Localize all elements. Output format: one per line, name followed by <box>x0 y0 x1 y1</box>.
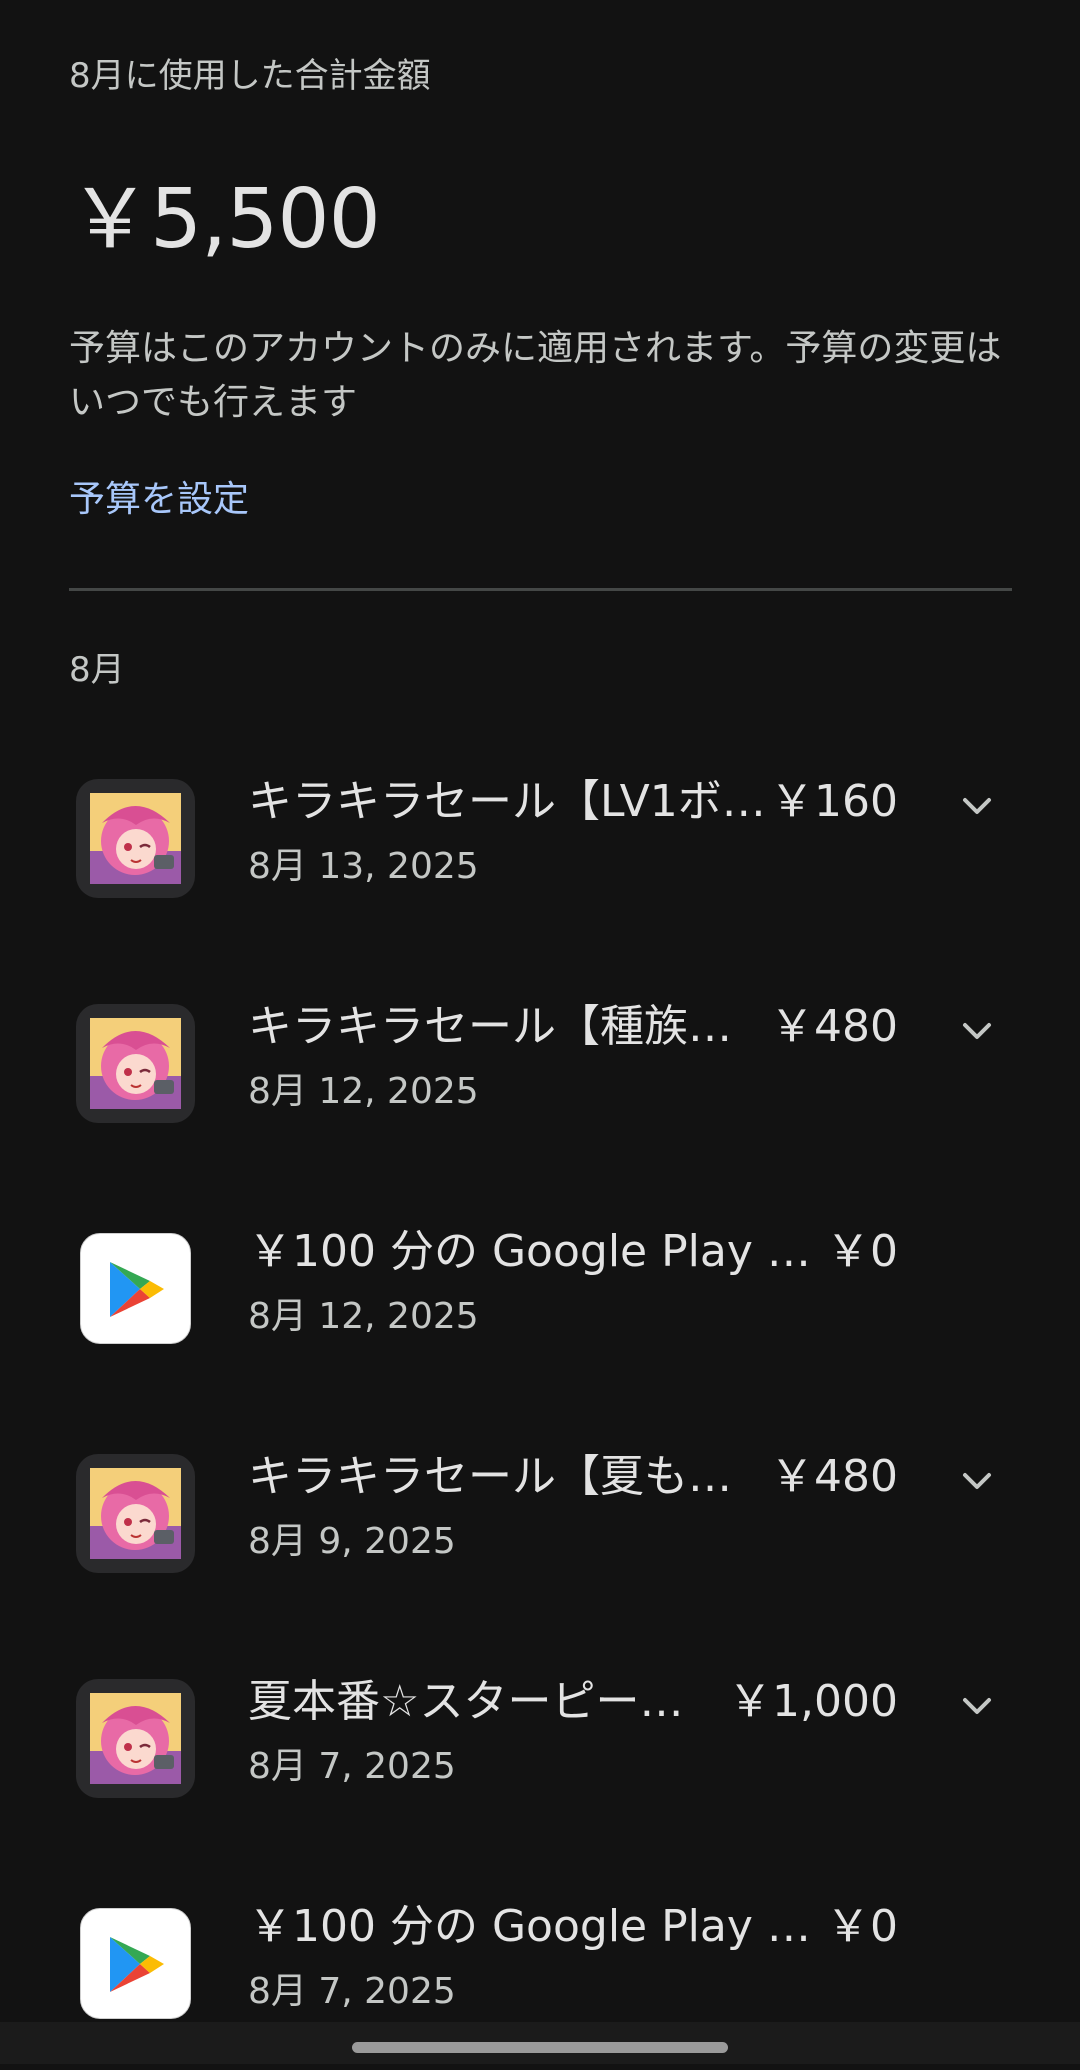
transaction-amount: ￥1,000 <box>728 1676 898 1727</box>
transaction-date: 8月 12, 2025 <box>248 1071 479 1112</box>
chevron-down-icon[interactable] <box>955 784 999 828</box>
gesture-handle[interactable] <box>352 2042 728 2053</box>
transaction-title: ￥100 分の Google Play … <box>248 1226 811 1277</box>
transaction-row[interactable]: キラキラセール【LV1ボ… 8月 13, 2025 ￥160 <box>0 720 1080 945</box>
transaction-date: 8月 13, 2025 <box>248 846 479 887</box>
transaction-list: キラキラセール【LV1ボ… 8月 13, 2025 ￥160 キラキラセール【種… <box>0 720 1080 2070</box>
google-play-icon <box>80 1233 191 1344</box>
set-budget-link[interactable]: 予算を設定 <box>69 474 249 526</box>
total-spent-amount: ￥5,500 <box>69 172 381 267</box>
transaction-row[interactable]: キラキラセール【夏も… 8月 9, 2025 ￥480 <box>0 1395 1080 1620</box>
total-spent-label: 8月に使用した合計金額 <box>69 56 431 96</box>
system-navigation-bar <box>0 2022 1080 2064</box>
game-app-icon <box>76 1004 195 1123</box>
transaction-amount: ￥0 <box>826 1226 898 1277</box>
transaction-amount: ￥0 <box>826 1901 898 1952</box>
game-app-icon <box>76 1454 195 1573</box>
transaction-amount: ￥480 <box>770 1451 898 1502</box>
chevron-down-icon[interactable] <box>955 1459 999 1503</box>
divider <box>69 588 1012 591</box>
transaction-date: 8月 12, 2025 <box>248 1296 479 1337</box>
transaction-row[interactable]: キラキラセール【種族… 8月 12, 2025 ￥480 <box>0 945 1080 1170</box>
transaction-date: 8月 7, 2025 <box>248 1971 456 2012</box>
transaction-title: ￥100 分の Google Play … <box>248 1901 811 1952</box>
month-header: 8月 <box>69 650 125 690</box>
transaction-title: キラキラセール【LV1ボ… <box>248 776 766 827</box>
transaction-amount: ￥160 <box>770 776 898 827</box>
transaction-amount: ￥480 <box>770 1001 898 1052</box>
transaction-title: キラキラセール【種族… <box>248 1001 732 1052</box>
budget-note: 予算はこのアカウントのみに適用されます。予算の変更はいつでも行えます <box>69 328 1002 423</box>
game-app-icon <box>76 1679 195 1798</box>
google-play-icon <box>80 1908 191 2019</box>
transaction-row[interactable]: 夏本番☆スターピー… 8月 7, 2025 ￥1,000 <box>0 1620 1080 1845</box>
transaction-row[interactable]: ￥100 分の Google Play … 8月 12, 2025 ￥0 <box>0 1170 1080 1395</box>
game-app-icon <box>76 779 195 898</box>
transaction-title: 夏本番☆スターピー… <box>248 1676 684 1727</box>
transaction-date: 8月 7, 2025 <box>248 1746 456 1787</box>
transaction-date: 8月 9, 2025 <box>248 1521 456 1562</box>
chevron-down-icon[interactable] <box>955 1684 999 1728</box>
transaction-title: キラキラセール【夏も… <box>248 1451 732 1502</box>
chevron-down-icon[interactable] <box>955 1009 999 1053</box>
